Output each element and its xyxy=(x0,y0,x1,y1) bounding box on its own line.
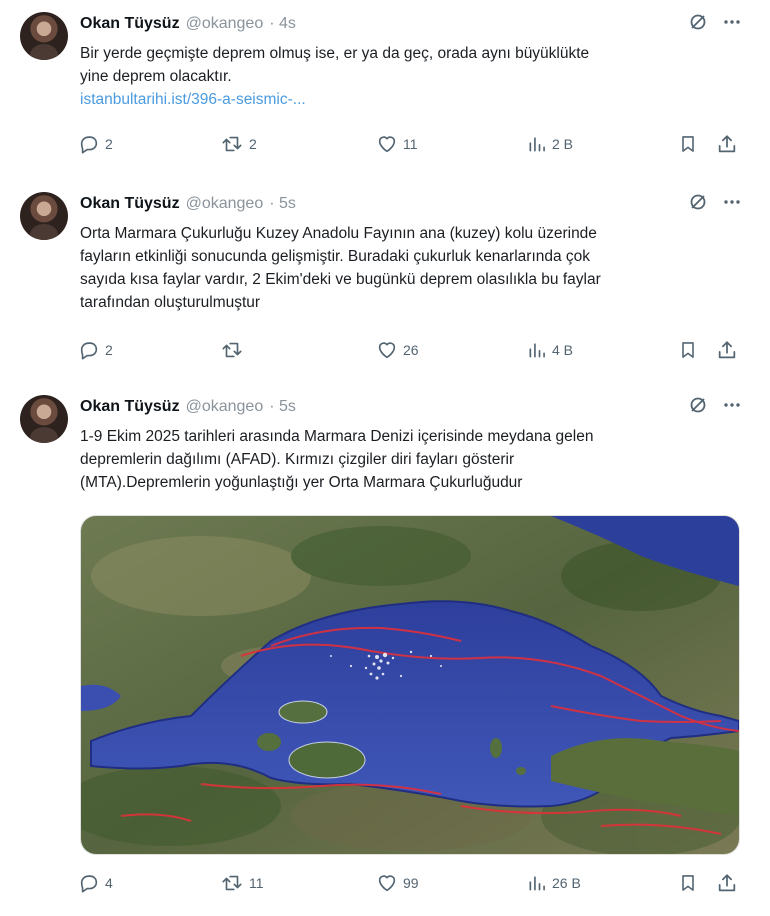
share-icon xyxy=(718,341,736,359)
views-button[interactable]: 4 B xyxy=(527,338,573,362)
share-button[interactable] xyxy=(716,871,738,895)
avatar[interactable] xyxy=(20,12,68,60)
author-handle[interactable]: @okangeo xyxy=(186,15,264,33)
tweet-header: Okan Tüysüz @okangeo · 4s xyxy=(80,12,296,36)
like-count: 99 xyxy=(403,875,419,891)
views-icon xyxy=(529,876,545,891)
views-count: 4 B xyxy=(552,342,574,358)
action-bar: 2 26 4 B xyxy=(78,338,744,362)
retweet-button[interactable] xyxy=(220,338,249,362)
like-count: 11 xyxy=(403,136,418,152)
avatar[interactable] xyxy=(20,192,68,240)
tweet-line: (MTA).Depremlerin yoğunlaştığı yer Orta … xyxy=(80,474,523,491)
views-button[interactable]: 26 B xyxy=(527,871,581,895)
tweet-header: Okan Tüysüz @okangeo · 5s xyxy=(80,395,296,419)
share-icon xyxy=(718,135,736,153)
views-icon xyxy=(529,137,545,152)
views-count: 2 B xyxy=(552,136,574,152)
tweet-1[interactable]: Okan Tüysüz @okangeo · 4s Bir yerde geçm… xyxy=(0,12,770,162)
like-icon xyxy=(378,875,396,892)
views-icon xyxy=(529,343,545,358)
bookmark-button[interactable] xyxy=(678,132,698,156)
more-icon[interactable] xyxy=(722,12,742,37)
tweet-line: depremlerin dağılımı (AFAD). Kırmızı çiz… xyxy=(80,451,515,468)
timestamp[interactable]: · 5s xyxy=(269,398,296,416)
tweet-line: fayların etkinliği sonucunda gelişmiştir… xyxy=(80,248,591,265)
tweet-2[interactable]: Okan Tüysüz @okangeo · 5s Orta Marmara Ç… xyxy=(0,192,770,372)
tweet-text: 1-9 Ekim 2025 tarihleri arasında Marmara… xyxy=(80,425,730,494)
bookmark-icon xyxy=(682,875,694,891)
more-icon[interactable] xyxy=(722,395,742,420)
share-button[interactable] xyxy=(716,338,738,362)
author-handle[interactable]: @okangeo xyxy=(186,195,264,213)
retweet-icon xyxy=(222,136,242,152)
like-icon xyxy=(378,342,396,359)
bookmark-icon xyxy=(682,342,694,358)
bookmark-button[interactable] xyxy=(678,338,698,362)
timestamp[interactable]: · 4s xyxy=(269,15,296,33)
action-bar: 2 2 11 2 B xyxy=(78,132,744,156)
author-name[interactable]: Okan Tüysüz xyxy=(80,195,180,213)
tweet-line: Orta Marmara Çukurluğu Kuzey Anadolu Fay… xyxy=(80,225,597,242)
grok-icon[interactable] xyxy=(688,395,708,420)
tweet-text: Orta Marmara Çukurluğu Kuzey Anadolu Fay… xyxy=(80,222,730,314)
views-count: 26 B xyxy=(552,875,581,891)
views-button[interactable]: 2 B xyxy=(527,132,573,156)
share-button[interactable] xyxy=(716,132,738,156)
bookmark-button[interactable] xyxy=(678,871,698,895)
retweet-count: 2 xyxy=(249,136,257,152)
reply-icon xyxy=(80,875,98,893)
tweet-header: Okan Tüysüz @okangeo · 5s xyxy=(80,192,296,216)
author-name[interactable]: Okan Tüysüz xyxy=(80,398,180,416)
reply-count: 4 xyxy=(105,875,113,891)
like-button[interactable]: 26 xyxy=(376,338,419,362)
author-handle[interactable]: @okangeo xyxy=(186,398,264,416)
reply-count: 2 xyxy=(105,136,113,152)
reply-count: 2 xyxy=(105,342,113,358)
like-icon xyxy=(378,136,396,153)
action-bar: 4 11 99 26 B xyxy=(78,871,744,895)
reply-icon xyxy=(80,136,98,154)
author-name[interactable]: Okan Tüysüz xyxy=(80,15,180,33)
retweet-icon xyxy=(222,342,242,358)
tweet-line: 1-9 Ekim 2025 tarihleri arasında Marmara… xyxy=(80,428,594,445)
share-icon xyxy=(718,874,736,892)
retweet-icon xyxy=(222,875,242,891)
like-button[interactable]: 99 xyxy=(376,871,419,895)
earthquake-map-image[interactable] xyxy=(80,515,740,855)
tweet-text: Bir yerde geçmişte deprem olmuş ise, er … xyxy=(80,42,730,111)
retweet-button[interactable]: 2 xyxy=(220,132,257,156)
retweet-button[interactable]: 11 xyxy=(220,871,264,895)
tweet-line: tarafından oluşturulmuştur xyxy=(80,294,261,311)
grok-icon[interactable] xyxy=(688,192,708,217)
bookmark-icon xyxy=(682,136,694,152)
tweet-line: Bir yerde geçmişte deprem olmuş ise, er … xyxy=(80,45,590,62)
timestamp[interactable]: · 5s xyxy=(269,195,296,213)
tweet-3[interactable]: Okan Tüysüz @okangeo · 5s 1-9 Ekim 2025 … xyxy=(0,395,770,905)
reply-button[interactable]: 4 xyxy=(78,871,113,895)
like-count: 26 xyxy=(403,342,419,358)
more-icon[interactable] xyxy=(722,192,742,217)
tweet-line: yine deprem olacaktır. xyxy=(80,68,232,85)
avatar[interactable] xyxy=(20,395,68,443)
reply-button[interactable]: 2 xyxy=(78,338,113,362)
like-button[interactable]: 11 xyxy=(376,132,418,156)
reply-button[interactable]: 2 xyxy=(78,132,113,156)
retweet-count: 11 xyxy=(249,875,264,891)
tweet-line: sayıda kısa faylar vardır, 2 Ekim'deki v… xyxy=(80,271,601,288)
reply-icon xyxy=(80,342,98,360)
grok-icon[interactable] xyxy=(688,12,708,37)
tweet-link[interactable]: istanbultarihi.ist/396-a-seismic-... xyxy=(80,88,730,111)
